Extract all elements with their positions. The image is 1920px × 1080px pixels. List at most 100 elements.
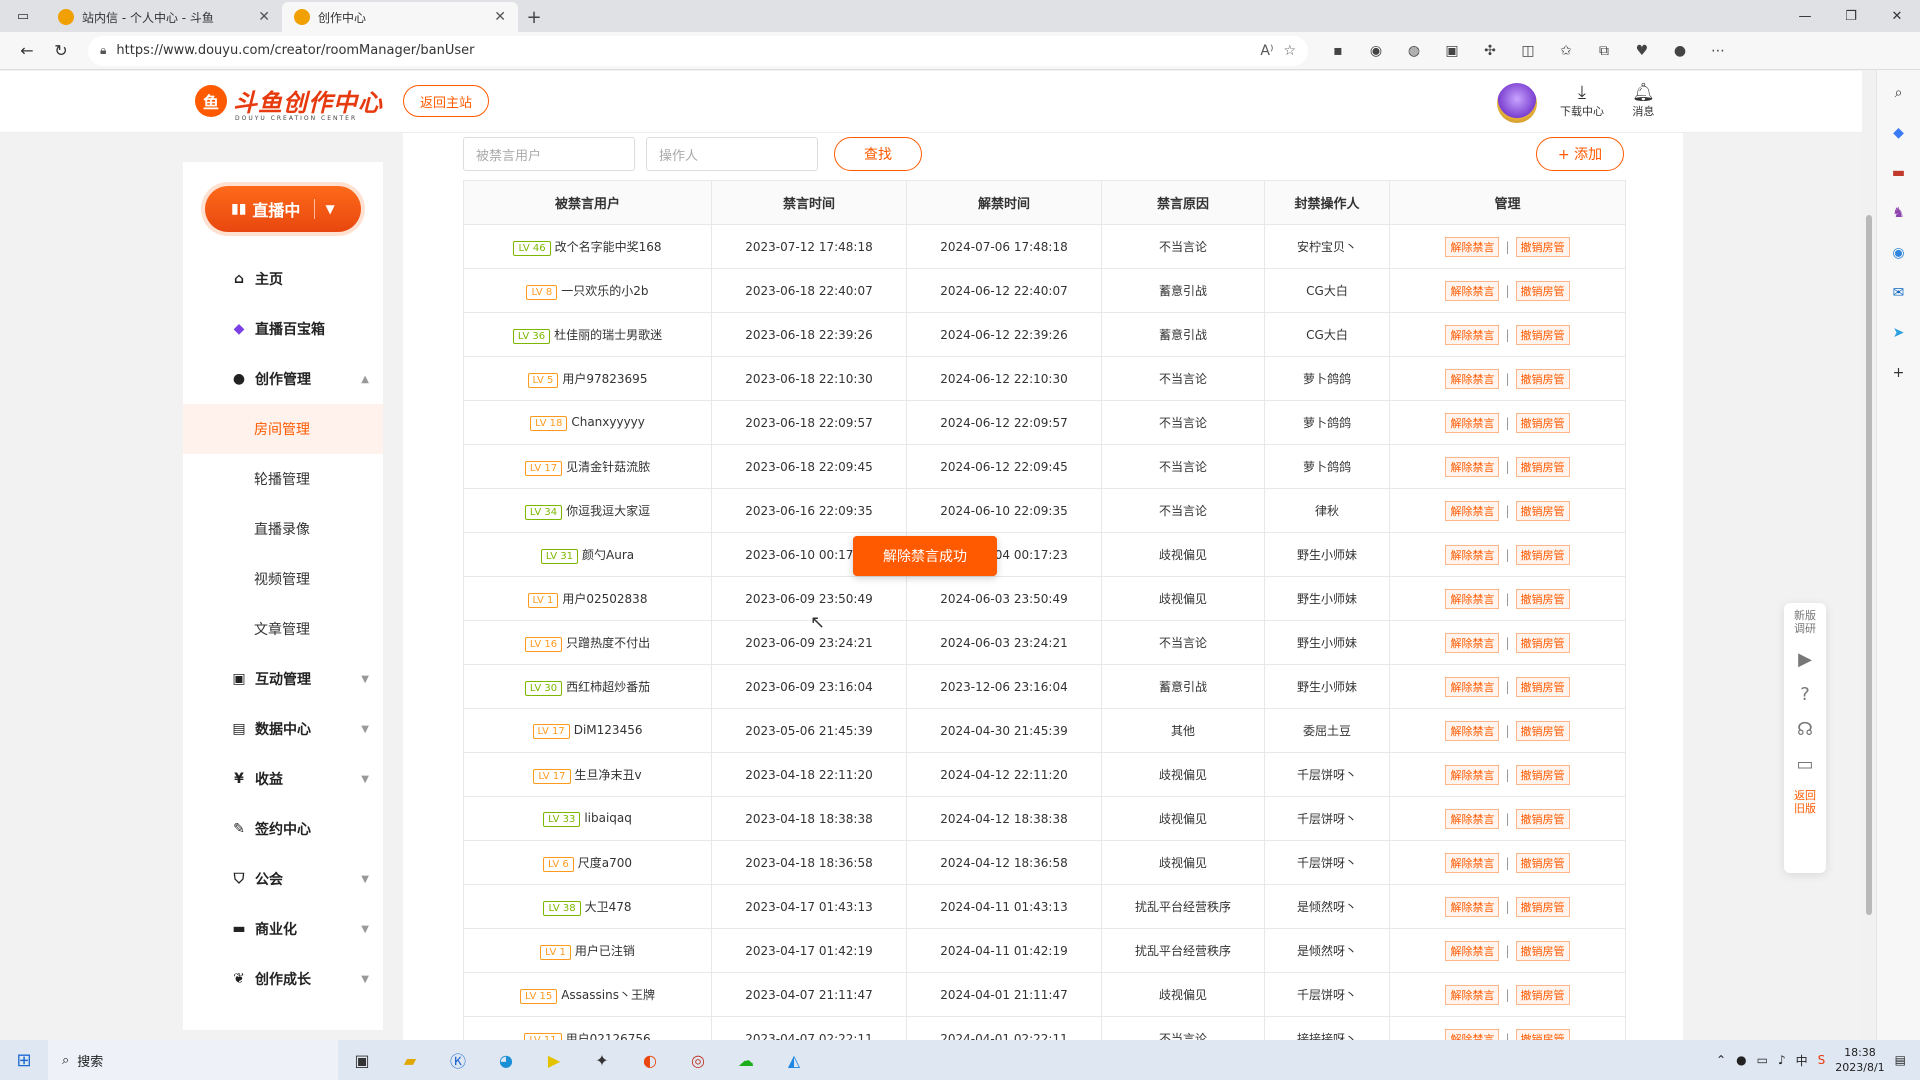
revoke-admin-button[interactable]: 撤销房管 — [1515, 500, 1570, 521]
banned-user-name[interactable]: Assassins丶王牌 — [561, 988, 655, 1002]
unban-button[interactable]: 解除禁言 — [1445, 324, 1500, 345]
unban-button[interactable]: 解除禁言 — [1445, 412, 1500, 433]
unban-button[interactable]: 解除禁言 — [1445, 852, 1500, 873]
unban-button[interactable]: 解除禁言 — [1445, 632, 1500, 653]
banned-user-name[interactable]: 只蹭热度不付出 — [566, 636, 650, 650]
revoke-admin-button[interactable]: 撤销房管 — [1515, 676, 1570, 697]
banned-user-name[interactable]: 改个名字能中奖168 — [555, 240, 662, 254]
banned-user-name[interactable]: 尺度a700 — [578, 856, 632, 870]
survey-link[interactable]: 新版调研 — [1792, 609, 1818, 635]
sidebar-item-toolbox[interactable]: ◆ 直播百宝箱 — [183, 304, 383, 354]
banned-user-name[interactable]: 用户02502838 — [562, 592, 647, 606]
avatar[interactable] — [1497, 83, 1537, 123]
revoke-admin-button[interactable]: 撤销房管 — [1515, 1028, 1570, 1040]
revoke-admin-button[interactable]: 撤销房管 — [1515, 940, 1570, 961]
sidebar-item-creation[interactable]: ● 创作管理 ▲ — [183, 354, 383, 404]
extension-icon[interactable]: ▣ — [1436, 36, 1468, 66]
clock[interactable]: 18:38 2023/8/1 — [1835, 1045, 1884, 1075]
unban-button[interactable]: 解除禁言 — [1445, 1028, 1500, 1040]
steam-icon[interactable]: ✦ — [578, 1040, 626, 1080]
banned-user-name[interactable]: Chanxyyyyy — [571, 415, 645, 429]
player-icon[interactable]: ▶ — [530, 1040, 578, 1080]
revoke-admin-button[interactable]: 撤销房管 — [1515, 896, 1570, 917]
unban-button[interactable]: 解除禁言 — [1445, 940, 1500, 961]
unban-button[interactable]: 解除禁言 — [1445, 280, 1500, 301]
page-scrollbar[interactable] — [1862, 70, 1876, 1040]
revoke-admin-button[interactable]: 撤销房管 — [1515, 236, 1570, 257]
headset-icon[interactable]: ☊ — [1797, 719, 1813, 740]
office-icon[interactable]: ◉ — [1886, 240, 1912, 266]
banned-user-name[interactable]: 用户已注销 — [575, 944, 635, 958]
sidebar-sub-video[interactable]: 视频管理 — [183, 554, 383, 604]
banned-user-name[interactable]: 西红柿超炒番茄 — [566, 680, 650, 694]
revoke-admin-button[interactable]: 撤销房管 — [1515, 588, 1570, 609]
live-status-button[interactable]: ▮▮ 直播中 ▼ — [205, 186, 361, 232]
unban-button[interactable]: 解除禁言 — [1445, 896, 1500, 917]
kugou-icon[interactable]: Ⓚ — [434, 1040, 482, 1080]
unban-button[interactable]: 解除禁言 — [1445, 368, 1500, 389]
banned-user-name[interactable]: 大卫478 — [585, 900, 632, 914]
sidebar-item-contract[interactable]: ✎ 签约中心 — [183, 804, 383, 854]
back-old-version-link[interactable]: 返回旧版 — [1792, 789, 1818, 815]
browser-tab-1[interactable]: 创作中心 ✕ — [282, 2, 518, 32]
unban-button[interactable]: 解除禁言 — [1445, 456, 1500, 477]
browser-tab-0[interactable]: 站内信 - 个人中心 - 斗鱼 ✕ — [46, 2, 282, 32]
unban-button[interactable]: 解除禁言 — [1445, 500, 1500, 521]
back-to-main-button[interactable]: 返回主站 — [403, 85, 489, 117]
revoke-admin-button[interactable]: 撤销房管 — [1515, 456, 1570, 477]
banned-user-name[interactable]: DiM123456 — [574, 723, 643, 737]
sidebar-sub-carousel[interactable]: 轮播管理 — [183, 454, 383, 504]
revoke-admin-button[interactable]: 撤销房管 — [1515, 368, 1570, 389]
back-arrow-icon[interactable]: ← — [10, 36, 44, 66]
revoke-admin-button[interactable]: 撤销房管 — [1515, 808, 1570, 829]
banned-user-name[interactable]: 一只欢乐的小2b — [561, 284, 648, 298]
unban-button[interactable]: 解除禁言 — [1445, 544, 1500, 565]
extension-icon[interactable]: ▪ — [1322, 36, 1354, 66]
new-tab-icon[interactable]: + — [518, 2, 550, 32]
volume-icon[interactable]: ♪ — [1778, 1053, 1786, 1067]
sidebar-item-business[interactable]: ▬ 商业化 ▼ — [183, 904, 383, 954]
send-icon[interactable]: ➤ — [1886, 320, 1912, 346]
ime-indicator[interactable]: 中 — [1796, 1052, 1808, 1069]
banned-user-name[interactable]: 用户97823695 — [562, 372, 647, 386]
unban-button[interactable]: 解除禁言 — [1445, 588, 1500, 609]
unban-button[interactable]: 解除禁言 — [1445, 676, 1500, 697]
sogou-icon[interactable]: S — [1818, 1053, 1826, 1067]
banned-user-name[interactable]: 杜佳丽的瑞士男歌迷 — [554, 328, 662, 342]
banned-user-name[interactable]: 你逗我逗大家逗 — [566, 504, 650, 518]
close-icon[interactable]: ✕ — [494, 9, 506, 25]
revoke-admin-button[interactable]: 撤销房管 — [1515, 720, 1570, 741]
toolbox-icon[interactable]: ▬ — [1886, 160, 1912, 186]
profile-icon[interactable]: ● — [1664, 36, 1696, 66]
task-view-icon[interactable]: ▣ — [338, 1040, 386, 1080]
douyu-logo[interactable]: 鱼 斗鱼创作中心 DOUYU CREATION CENTER — [195, 83, 383, 122]
puzzle-icon[interactable]: ✣ — [1474, 36, 1506, 66]
favorite-star-icon[interactable]: ☆ — [1283, 43, 1296, 59]
collections-icon[interactable]: ⧉ — [1588, 36, 1620, 66]
help-icon[interactable]: ? — [1800, 684, 1810, 705]
download-center-button[interactable]: ⤓ 下载中心 — [1560, 83, 1604, 119]
unban-button[interactable]: 解除禁言 — [1445, 808, 1500, 829]
banned-user-name[interactable]: 生旦净末丑v — [575, 768, 642, 782]
sidebar-item-interaction[interactable]: ▣ 互动管理 ▼ — [183, 654, 383, 704]
revoke-admin-button[interactable]: 撤销房管 — [1515, 280, 1570, 301]
extension-icon[interactable]: ◍ — [1398, 36, 1430, 66]
games-icon[interactable]: ♞ — [1886, 200, 1912, 226]
more-icon[interactable]: ⋯ — [1702, 36, 1734, 66]
douyu-app-icon[interactable]: ◐ — [626, 1040, 674, 1080]
meeting-icon[interactable]: ◭ — [770, 1040, 818, 1080]
tab-actions-icon[interactable]: ▭ — [0, 0, 46, 32]
taskbar-search[interactable]: ⌕ 搜索 — [48, 1040, 338, 1080]
sidebar-sub-article[interactable]: 文章管理 — [183, 604, 383, 654]
file-explorer-icon[interactable]: ▰ — [386, 1040, 434, 1080]
chevron-up-icon[interactable]: ⌃ — [1716, 1053, 1726, 1067]
unban-button[interactable]: 解除禁言 — [1445, 984, 1500, 1005]
banned-user-input[interactable]: 被禁言用户 — [463, 137, 635, 171]
window-close-icon[interactable]: ✕ — [1874, 0, 1920, 32]
search-icon[interactable]: ⌕ — [1886, 80, 1912, 106]
banned-user-name[interactable]: 颜勺Aura — [582, 548, 634, 562]
close-icon[interactable]: ✕ — [258, 9, 270, 25]
favorites-icon[interactable]: ✩ — [1550, 36, 1582, 66]
sidebar-item-data[interactable]: ▤ 数据中心 ▼ — [183, 704, 383, 754]
mic-icon[interactable]: ● — [1736, 1053, 1746, 1067]
